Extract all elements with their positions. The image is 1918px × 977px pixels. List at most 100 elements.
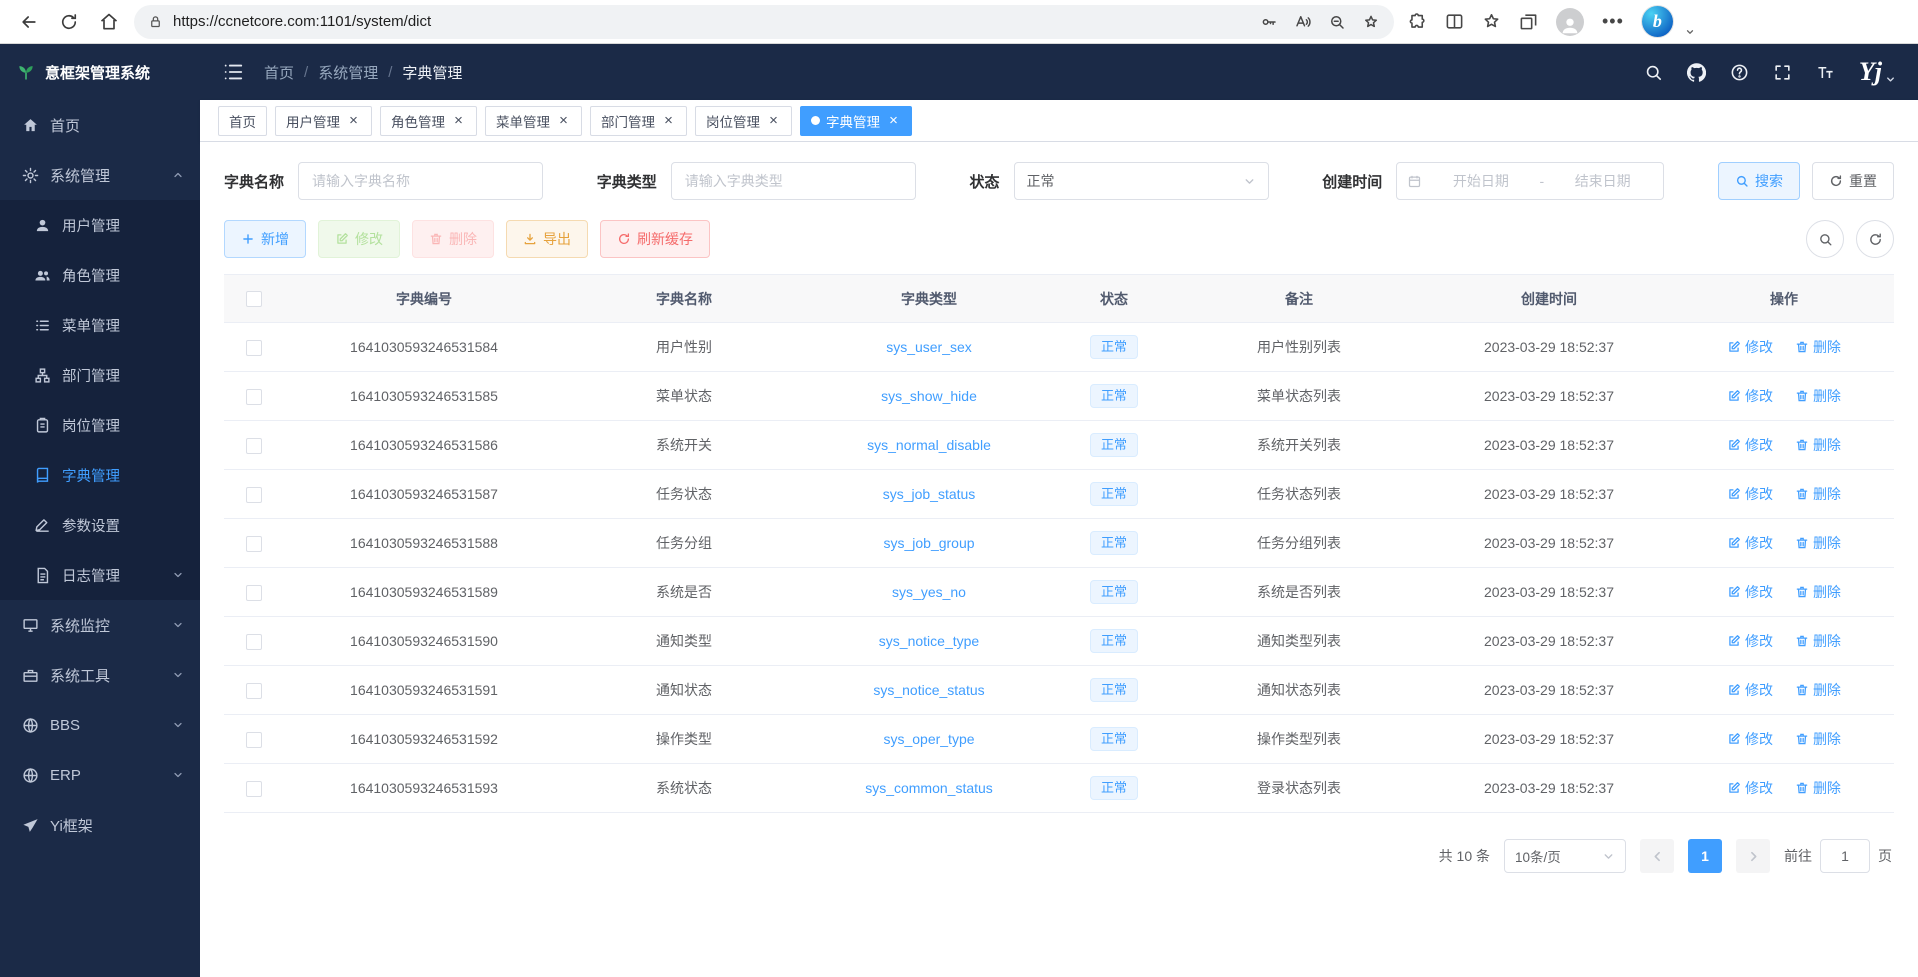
row-edit-button[interactable]: 修改 [1727,778,1773,798]
row-edit-button[interactable]: 修改 [1727,386,1773,406]
row-checkbox[interactable] [246,438,262,454]
goto-page-input[interactable] [1820,839,1870,873]
dict-type-link[interactable]: sys_common_status [865,780,993,796]
row-delete-button[interactable]: 删除 [1795,533,1841,553]
tab-close-icon[interactable]: × [886,113,901,128]
sidebar-item-dict-mgmt[interactable]: 字典管理 [0,450,200,500]
help-icon[interactable] [1730,63,1749,82]
row-edit-button[interactable]: 修改 [1727,631,1773,651]
row-checkbox[interactable] [246,781,262,797]
prev-page-button[interactable] [1640,839,1674,873]
copilot-bing-icon[interactable]: b [1642,6,1673,37]
row-delete-button[interactable]: 删除 [1795,582,1841,602]
row-checkbox[interactable] [246,536,262,552]
row-checkbox[interactable] [246,389,262,405]
sidebar-item-param-settings[interactable]: 参数设置 [0,500,200,550]
add-button[interactable]: 新增 [224,220,306,258]
tab-dept-mgmt[interactable]: 部门管理 × [590,106,687,136]
row-edit-button[interactable]: 修改 [1727,680,1773,700]
sidebar-item-sys-monitor[interactable]: 系统监控 [0,600,200,650]
read-aloud-icon[interactable] [1294,13,1312,31]
dict-type-link[interactable]: sys_normal_disable [867,437,991,453]
password-key-icon[interactable] [1260,13,1278,31]
sidebar-item-sys-tools[interactable]: 系统工具 [0,650,200,700]
font-size-icon[interactable] [1816,63,1835,82]
tab-close-icon[interactable]: × [556,113,571,128]
row-edit-button[interactable]: 修改 [1727,729,1773,749]
edit-button[interactable]: 修改 [318,220,400,258]
row-delete-button[interactable]: 删除 [1795,729,1841,749]
sidebar-item-dept-mgmt[interactable]: 部门管理 [0,350,200,400]
breadcrumb-home[interactable]: 首页 [264,62,294,83]
zoom-out-icon[interactable] [1328,13,1346,31]
toggle-search-button[interactable] [1806,220,1844,258]
row-edit-button[interactable]: 修改 [1727,582,1773,602]
sidebar-item-post-mgmt[interactable]: 岗位管理 [0,400,200,450]
sidebar-item-role-mgmt[interactable]: 角色管理 [0,250,200,300]
refresh-button[interactable] [54,7,84,37]
browser-home-button[interactable] [94,7,124,37]
back-button[interactable] [14,7,44,37]
tab-dict-mgmt[interactable]: 字典管理 × [800,106,912,136]
row-delete-button[interactable]: 删除 [1795,337,1841,357]
dict-type-link[interactable]: sys_yes_no [892,584,966,600]
github-icon[interactable] [1687,63,1706,82]
sidebar-item-yi-framework[interactable]: Yi框架 [0,800,200,850]
breadcrumb-system[interactable]: 系统管理 [318,62,378,83]
tab-user-mgmt[interactable]: 用户管理 × [275,106,372,136]
sidebar-item-menu-mgmt[interactable]: 菜单管理 [0,300,200,350]
dict-type-link[interactable]: sys_user_sex [886,339,972,355]
dict-name-input[interactable] [298,162,543,200]
row-checkbox[interactable] [246,732,262,748]
next-page-button[interactable] [1736,839,1770,873]
address-bar[interactable]: https://ccnetcore.com:1101/system/dict [134,5,1394,39]
tab-menu-mgmt[interactable]: 菜单管理 × [485,106,582,136]
extensions-icon[interactable] [1408,12,1427,31]
add-favorite-icon[interactable] [1362,13,1380,31]
tab-close-icon[interactable]: × [766,113,781,128]
copilot-caret-icon[interactable] [1685,27,1695,37]
row-checkbox[interactable] [246,487,262,503]
tab-close-icon[interactable]: × [346,113,361,128]
delete-button[interactable]: 删除 [412,220,494,258]
tab-role-mgmt[interactable]: 角色管理 × [380,106,477,136]
dict-type-link[interactable]: sys_notice_type [879,633,979,649]
select-all-checkbox[interactable] [246,291,262,307]
user-brand-logo[interactable]: Yj [1859,59,1896,85]
sidebar-item-log-mgmt[interactable]: 日志管理 [0,550,200,600]
refresh-cache-button[interactable]: 刷新缓存 [600,220,710,258]
sidebar-item-user-mgmt[interactable]: 用户管理 [0,200,200,250]
page-size-select[interactable]: 10条/页 [1504,839,1626,873]
row-delete-button[interactable]: 删除 [1795,680,1841,700]
row-edit-button[interactable]: 修改 [1727,484,1773,504]
row-checkbox[interactable] [246,683,262,699]
row-delete-button[interactable]: 删除 [1795,631,1841,651]
sidebar-item-bbs[interactable]: BBS [0,700,200,750]
row-delete-button[interactable]: 删除 [1795,435,1841,455]
tab-home[interactable]: 首页 [218,106,267,136]
sidebar-item-erp[interactable]: ERP [0,750,200,800]
dict-type-link[interactable]: sys_oper_type [883,731,974,747]
row-checkbox[interactable] [246,340,262,356]
status-select[interactable]: 正常 [1014,162,1269,200]
row-edit-button[interactable]: 修改 [1727,435,1773,455]
row-edit-button[interactable]: 修改 [1727,533,1773,553]
row-edit-button[interactable]: 修改 [1727,337,1773,357]
sidebar-item-system-mgmt[interactable]: 系统管理 [0,150,200,200]
reset-button[interactable]: 重置 [1812,162,1894,200]
sidebar-toggle-icon[interactable] [222,61,244,83]
tab-close-icon[interactable]: × [451,113,466,128]
row-checkbox[interactable] [246,585,262,601]
tab-post-mgmt[interactable]: 岗位管理 × [695,106,792,136]
row-delete-button[interactable]: 删除 [1795,778,1841,798]
header-search-icon[interactable] [1644,63,1663,82]
row-checkbox[interactable] [246,634,262,650]
sidebar-item-home[interactable]: 首页 [0,100,200,150]
dict-type-input[interactable] [671,162,916,200]
dict-type-link[interactable]: sys_show_hide [881,388,977,404]
collections-icon[interactable] [1519,12,1538,31]
fullscreen-icon[interactable] [1773,63,1792,82]
dict-type-link[interactable]: sys_job_group [883,535,974,551]
search-button[interactable]: 搜索 [1718,162,1800,200]
row-delete-button[interactable]: 删除 [1795,386,1841,406]
